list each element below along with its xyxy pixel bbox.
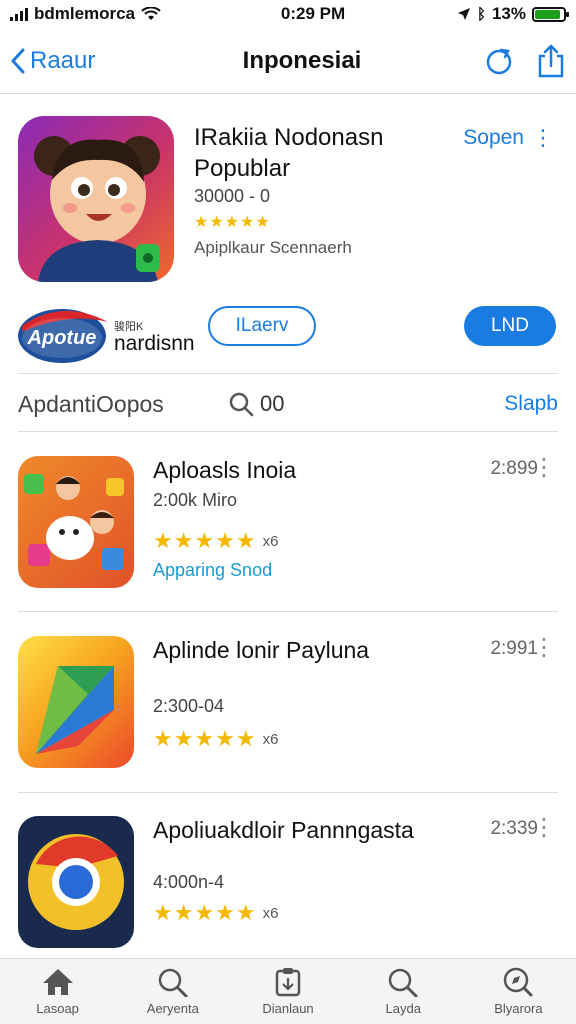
featured-rating: ★★★★★ — [194, 214, 271, 231]
list-item[interactable]: Apoliuakdloir Pannngasta 4:000n-4 ★★★★★ … — [18, 816, 558, 956]
tab-label: Dianlaun — [262, 1001, 314, 1016]
section-title: ApdantiOopos — [18, 390, 164, 417]
kids-game-icon — [18, 456, 134, 588]
tab-search[interactable]: Aeryenta — [115, 959, 230, 1024]
brand-row: Apotue 骏阳K nardisnn ILaerv LND — [18, 300, 558, 366]
section-search[interactable]: 00 — [228, 391, 284, 417]
browser-icon — [18, 816, 134, 948]
featured-title[interactable]: IRakiia Nodonasn Popublar — [194, 122, 454, 184]
page-title: Inponesiai — [242, 46, 362, 74]
open-link-label: Sopen — [463, 126, 524, 149]
more-icon[interactable]: ⋮ — [532, 127, 554, 149]
signal-icon — [10, 7, 28, 21]
download-icon — [275, 968, 301, 997]
featured-app[interactable]: IRakiia Nodonasn Popublar 30000 - 0 ★★★★… — [18, 116, 558, 286]
featured-subtitle: 30000 - 0 — [194, 186, 271, 206]
more-icon[interactable]: ⋮ — [532, 816, 556, 840]
rating-count: x6 — [262, 532, 279, 550]
back-button[interactable]: Raaur — [10, 47, 160, 75]
featured-category: Apiplkaur Scennaerh — [194, 238, 352, 257]
app-meta: 2:300-04 — [153, 696, 225, 716]
brand-logo-text: Apotue — [27, 327, 97, 349]
app-name[interactable]: Aploasls Inoia — [153, 456, 463, 485]
divider — [18, 373, 558, 374]
back-label: Raaur — [30, 46, 96, 74]
app-price[interactable]: 2:991 — [490, 638, 538, 660]
search-icon — [158, 968, 188, 997]
battery-icon — [532, 6, 569, 22]
list-item[interactable]: Aplinde lonir Payluna 2:300-04 ★★★★★ x6 … — [18, 636, 558, 776]
navigation-bar: Raaur Inponesiai — [0, 28, 576, 94]
battery-level — [535, 9, 561, 19]
tab-label: Blyarora — [494, 1001, 543, 1016]
divider — [18, 611, 558, 612]
app-rating: ★★★★★ x6 — [153, 900, 278, 926]
battery-percent: 13% — [491, 4, 526, 23]
app-category[interactable]: Apparing Snod — [153, 560, 272, 581]
brand-logo: Apotue — [18, 302, 118, 364]
open-link[interactable]: Sopen ⋮ — [463, 126, 554, 150]
tab-label: Layda — [385, 1001, 421, 1016]
home-icon — [42, 969, 73, 995]
app-name[interactable]: Aplinde lonir Payluna — [153, 636, 463, 665]
app-rating: ★★★★★ x6 — [153, 726, 278, 752]
bluetooth-icon: ᛒ — [476, 5, 486, 23]
explore-icon — [504, 967, 533, 997]
tab-label: Lasoap — [36, 1001, 79, 1016]
app-name[interactable]: Apoliuakdloir Pannngasta — [153, 816, 463, 845]
cartoon-boy-icon — [18, 116, 174, 282]
star-rating: ★★★★★ — [153, 528, 257, 553]
status-bar: bdmlemorca 0:29 PM ᛒ 13% — [0, 0, 576, 28]
tab-bar: Lasoap Aeryenta Dianlaun Layda Blyarora — [0, 958, 576, 1024]
app-price[interactable]: 2:899 — [490, 458, 538, 480]
rating-count: x6 — [262, 730, 279, 748]
brand-name: nardisnn — [114, 332, 195, 355]
divider — [18, 792, 558, 793]
tab-label: Aeryenta — [146, 1001, 199, 1016]
star-rating: ★★★★★ — [153, 726, 257, 751]
tab-explore[interactable]: Blyarora — [461, 959, 576, 1024]
carrier-label: bdmlemorca — [34, 4, 136, 23]
nav-actions — [484, 43, 566, 78]
app-price[interactable]: 2:339 — [490, 818, 538, 840]
section-header: ApdantiOopos 00 Slapb — [18, 386, 558, 422]
get-button[interactable]: LND — [464, 306, 556, 346]
status-left: bdmlemorca — [10, 4, 210, 24]
tab-download[interactable]: Dianlaun — [230, 959, 345, 1024]
search-icon — [388, 968, 418, 997]
status-right: ᛒ 13% — [436, 4, 569, 24]
app-meta: 4:000n-4 — [153, 872, 225, 892]
more-icon[interactable]: ⋮ — [532, 456, 556, 480]
see-all-link[interactable]: Slapb — [504, 392, 558, 416]
share-icon[interactable] — [536, 43, 566, 78]
tab-search-2[interactable]: Layda — [346, 959, 461, 1024]
wifi-icon — [141, 7, 161, 20]
tab-home[interactable]: Lasoap — [0, 959, 115, 1024]
location-icon — [457, 8, 470, 20]
learn-button[interactable]: ILaerv — [208, 306, 316, 346]
section-search-value: 00 — [260, 391, 285, 416]
status-time: 0:29 PM — [280, 4, 346, 23]
rating-count: x6 — [262, 904, 279, 922]
search-icon — [229, 392, 254, 417]
play-store-icon — [18, 636, 134, 768]
divider — [18, 431, 558, 432]
list-item[interactable]: Aploasls Inoia 2:00k Miro ★★★★★ x6 Appar… — [18, 456, 558, 596]
more-icon[interactable]: ⋮ — [532, 636, 556, 660]
refresh-icon[interactable] — [484, 46, 514, 76]
chevron-left-icon — [10, 48, 25, 73]
app-rating: ★★★★★ x6 — [153, 528, 278, 554]
app-meta: 2:00k Miro — [153, 490, 238, 510]
star-rating: ★★★★★ — [153, 900, 257, 925]
